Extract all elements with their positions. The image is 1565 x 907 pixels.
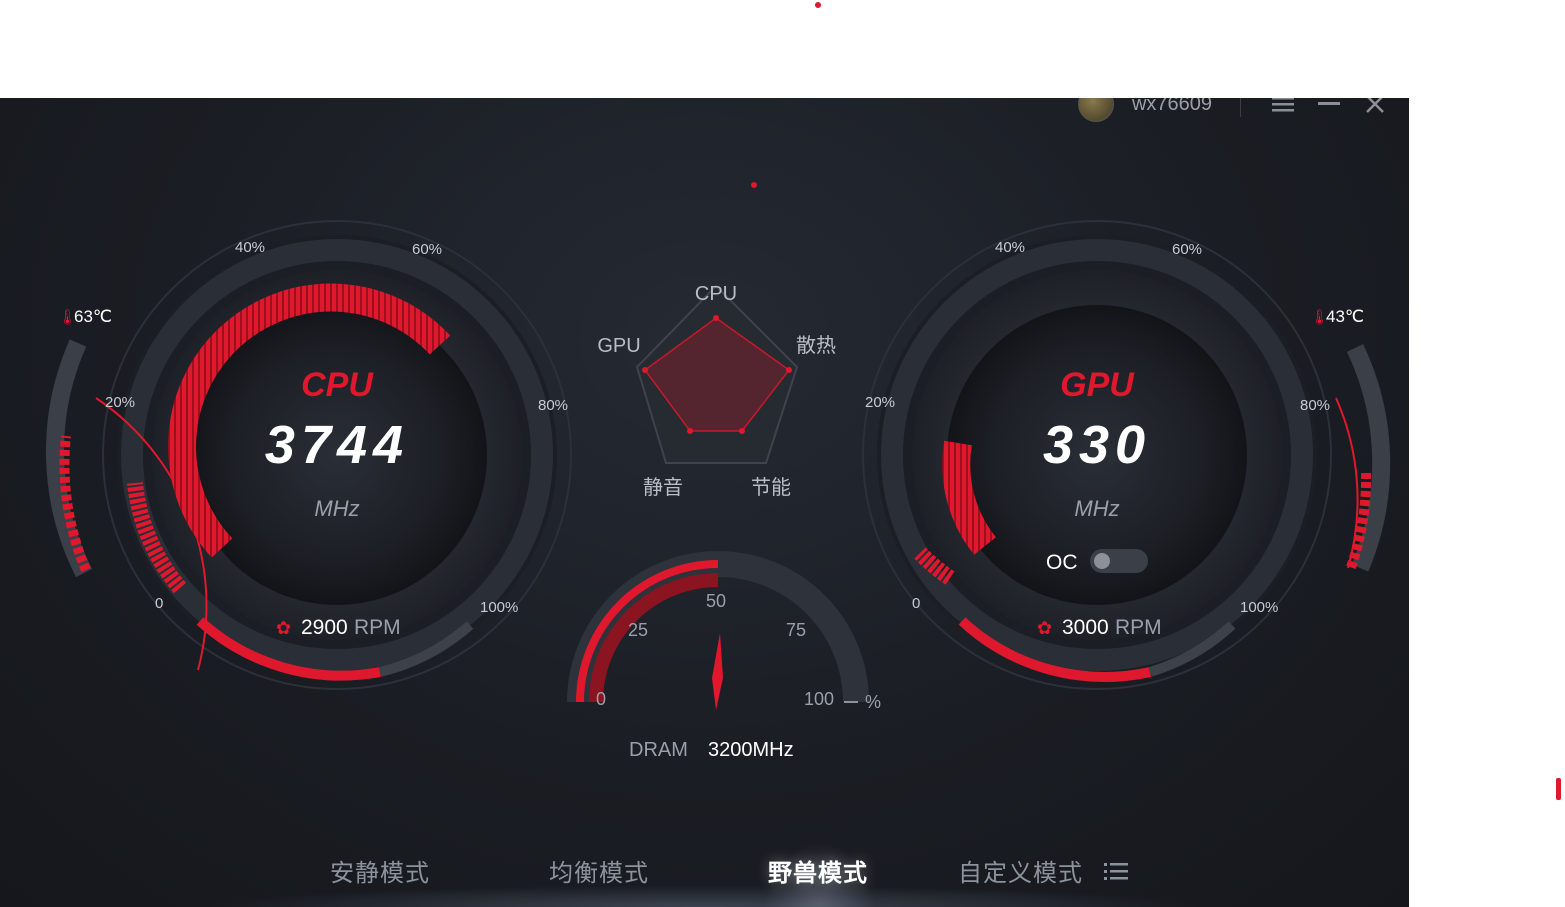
oc-toggle[interactable]: OC xyxy=(1046,549,1148,574)
gpu-scale-80: 80% xyxy=(1300,397,1330,414)
gpu-temp-track xyxy=(1346,344,1391,572)
list-icon[interactable] xyxy=(1103,861,1128,887)
cpu-clock-value: 3744 xyxy=(265,415,409,475)
dram-tick-50: 50 xyxy=(706,591,726,611)
radar-label-quiet: 静音 xyxy=(643,476,683,499)
cpu-temp-value: 63℃ xyxy=(74,307,112,326)
dram-value: 3200MHz xyxy=(708,739,794,761)
dram-tick-100: 100 xyxy=(804,689,834,709)
dram-tick-75: 75 xyxy=(786,620,806,640)
oc-switch-knob[interactable] xyxy=(1094,553,1110,569)
cpu-scale-80: 80% xyxy=(538,397,568,414)
performance-radar: CPU GPU 散热 静音 节能 xyxy=(597,182,836,499)
radar-label-cpu: CPU xyxy=(695,283,737,305)
mode-beast[interactable]: 野兽模式 xyxy=(768,853,868,888)
gpu-scale-60: 60% xyxy=(1172,241,1202,258)
gpu-scale-0: 0 xyxy=(912,595,920,612)
cpu-fan-rpm: 2900 xyxy=(301,616,348,639)
radar-point xyxy=(713,315,719,321)
radar-label-gpu: GPU xyxy=(597,335,640,357)
radar-label-eco: 节能 xyxy=(751,476,791,499)
cpu-scale-60: 60% xyxy=(412,241,442,258)
cpu-scale-100: 100% xyxy=(480,599,518,616)
radar-label-cooling: 散热 xyxy=(796,334,836,357)
dram-gauge: 0 25 50 75 100 % DRAM 3200MHz xyxy=(567,551,881,761)
gpu-temperature: 🌡 43℃ xyxy=(1310,307,1364,326)
radar-point xyxy=(739,428,745,434)
mode-balanced[interactable]: 均衡模式 xyxy=(549,853,649,888)
dram-tick-25: 25 xyxy=(628,620,648,640)
mode-custom-label: 自定义模式 xyxy=(958,859,1083,887)
cpu-clock-unit: MHz xyxy=(314,496,359,521)
stray-mark xyxy=(815,2,821,8)
gpu-title: GPU xyxy=(1060,366,1135,404)
mode-bar: 安静模式 均衡模式 野兽模式 自定义模式 xyxy=(0,807,1409,907)
cpu-scale-20: 20% xyxy=(105,394,135,411)
gpu-scale-20: 20% xyxy=(865,394,895,411)
indicator-dot xyxy=(751,182,757,188)
mode-bar-glow xyxy=(200,885,1209,907)
radar-point xyxy=(786,367,792,373)
gpu-temp-value: 43℃ xyxy=(1326,307,1364,326)
gauges-canvas: 0 20% 40% 60% 80% 100% CPU 3744 MHz 🌡 63… xyxy=(46,182,1391,761)
cpu-fan-unit: RPM xyxy=(354,616,401,639)
gpu-scale-40: 40% xyxy=(995,239,1025,256)
gpu-clock-value: 330 xyxy=(1043,415,1151,475)
fan-icon: ✿ xyxy=(276,618,291,638)
cpu-scale-0: 0 xyxy=(155,595,163,612)
dram-needle xyxy=(712,633,723,710)
gpu-scale-100: 100% xyxy=(1240,599,1278,616)
dram-tick-0: 0 xyxy=(596,689,606,709)
cpu-gauge: 0 20% 40% 60% 80% 100% CPU 3744 MHz 🌡 63… xyxy=(46,220,572,690)
fan-icon: ✿ xyxy=(1037,618,1052,638)
dram-unit: % xyxy=(865,692,881,712)
gpu-fan-unit: RPM xyxy=(1115,616,1162,639)
cpu-scale-40: 40% xyxy=(235,239,265,256)
radar-point xyxy=(687,428,693,434)
gpu-fan-rpm: 3000 xyxy=(1062,616,1109,639)
gpu-clock-unit: MHz xyxy=(1074,496,1119,521)
dram-label: DRAM xyxy=(629,739,688,761)
cpu-title: CPU xyxy=(301,366,374,404)
radar-point xyxy=(642,367,648,373)
mode-custom[interactable]: 自定义模式 xyxy=(958,853,1128,888)
stray-mark xyxy=(1556,778,1561,800)
oc-label: OC xyxy=(1046,551,1078,574)
gpu-temp-outline xyxy=(1335,397,1359,569)
app-window: wx76609 0 20% 40% 60% 80% 100% CPU 3744 … xyxy=(0,98,1409,907)
mode-quiet[interactable]: 安静模式 xyxy=(330,853,430,888)
gpu-gauge: 0 20% 40% 60% 80% 100% GPU 330 MHz OC 🌡 … xyxy=(862,220,1391,690)
cpu-temperature: 🌡 63℃ xyxy=(58,307,112,326)
